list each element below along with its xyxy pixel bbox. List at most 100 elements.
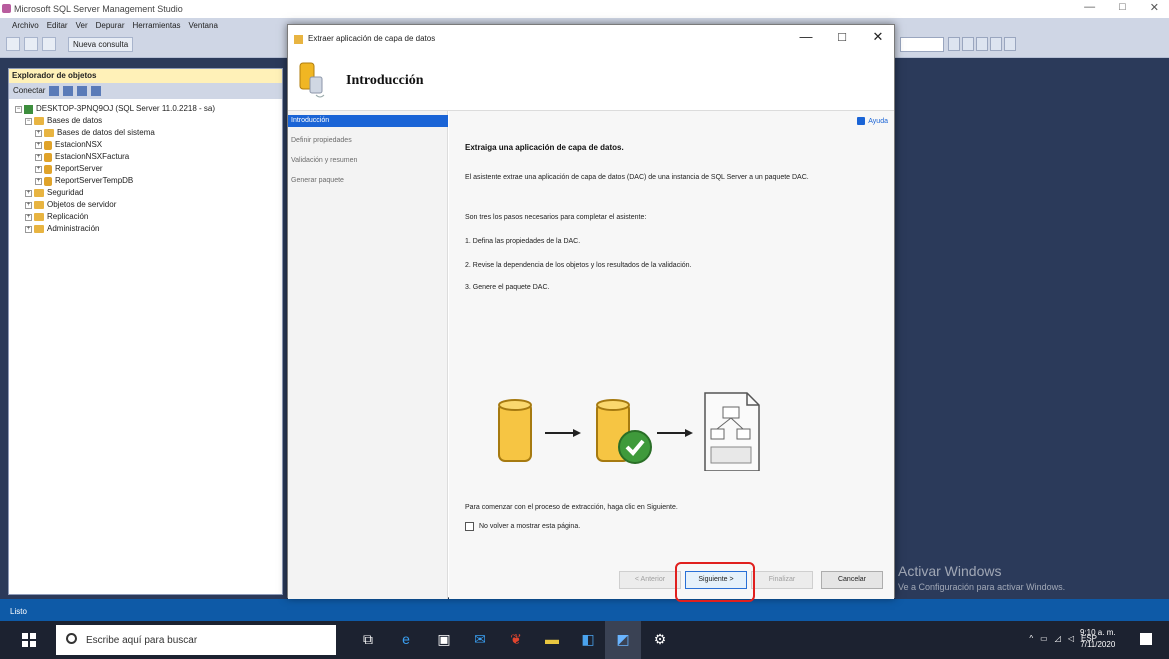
expand-icon[interactable]: + — [35, 141, 42, 149]
tree-node-database[interactable]: + ReportServer — [11, 163, 280, 175]
folder-icon — [34, 189, 44, 197]
nav-item-validation[interactable]: Validación y resumen — [288, 155, 448, 167]
expand-icon[interactable]: + — [35, 165, 42, 173]
expand-icon[interactable]: + — [25, 189, 32, 197]
connect-button[interactable]: Conectar — [13, 83, 45, 99]
app-icon[interactable]: ❦ — [506, 629, 526, 649]
back-button[interactable]: < Anterior — [619, 571, 681, 589]
windows-start-icon[interactable] — [22, 633, 36, 647]
tree-node-label: EstacionNSX — [55, 140, 103, 149]
filter-icon[interactable] — [77, 86, 88, 96]
vs-icon[interactable]: ◧ — [578, 629, 598, 649]
refresh-icon[interactable] — [91, 86, 102, 96]
toolbar-icon[interactable] — [990, 37, 1002, 51]
dont-show-again-checkbox[interactable] — [465, 522, 474, 531]
expand-icon[interactable]: + — [25, 213, 32, 221]
settings-gear-icon[interactable]: ⚙ — [650, 629, 670, 649]
help-label: Ayuda — [868, 117, 888, 125]
maximize-icon[interactable]: □ — [1119, 1, 1126, 14]
database-combo[interactable] — [900, 37, 944, 52]
expand-icon[interactable]: + — [35, 177, 42, 185]
menu-item[interactable]: Editar — [47, 21, 68, 30]
taskbar-search[interactable]: Escribe aquí para buscar — [56, 625, 336, 655]
tree-node-databases[interactable]: − Bases de datos — [11, 115, 280, 127]
ssms-task-icon[interactable]: ◩ — [613, 629, 633, 649]
expand-icon[interactable]: + — [25, 225, 32, 233]
dac-wizard-icon — [299, 62, 325, 98]
object-explorer: Explorador de objetos Conectar − DESKTOP… — [8, 68, 283, 595]
tree-node-management[interactable]: + Administración — [11, 223, 280, 235]
tree-node-database[interactable]: + ReportServerTempDB — [11, 175, 280, 187]
expand-icon[interactable]: + — [25, 201, 32, 209]
clock[interactable]: 9:10 a. m. 7/11/2020 — [1080, 627, 1116, 651]
edge-icon[interactable]: e — [396, 629, 416, 649]
finish-button[interactable]: Finalizar — [751, 571, 813, 589]
clock-date: 7/11/2020 — [1080, 640, 1116, 649]
tree-node-label: ReportServerTempDB — [55, 176, 134, 185]
wizard-nav: Introducción Definir propiedades Validac… — [288, 111, 448, 599]
expand-icon[interactable]: + — [35, 129, 42, 137]
dont-show-again-row[interactable]: No volver a mostrar esta página. — [465, 522, 580, 531]
footer-instruction: Para comenzar con el proceso de extracci… — [465, 504, 678, 511]
tree-node-security[interactable]: + Seguridad — [11, 187, 280, 199]
database-icon — [44, 164, 52, 174]
tree-node-replication[interactable]: + Replicación — [11, 211, 280, 223]
menu-item[interactable]: Ver — [76, 21, 88, 30]
checkbox-label: No volver a mostrar esta página. — [479, 523, 581, 530]
volume-icon[interactable]: ◁ — [1068, 634, 1074, 643]
nav-item-build-package[interactable]: Generar paquete — [288, 175, 448, 187]
folder-icon — [34, 201, 44, 209]
help-link[interactable]: Ayuda — [857, 117, 888, 125]
nav-item-properties[interactable]: Definir propiedades — [288, 135, 448, 147]
close-icon[interactable]: ✕ — [1150, 1, 1159, 14]
battery-icon[interactable]: ▭ — [1040, 634, 1048, 643]
menu-item[interactable]: Depurar — [96, 21, 125, 30]
mail-icon[interactable]: ✉ — [470, 629, 490, 649]
tree-node-database[interactable]: + EstacionNSX — [11, 139, 280, 151]
dialog-header-title: Introducción — [346, 73, 424, 88]
ssms-titlebar: Microsoft SQL Server Management Studio —… — [0, 0, 1169, 18]
step-3: 3. Genere el paquete DAC. — [465, 284, 550, 291]
open-file-icon[interactable] — [24, 37, 38, 51]
menu-item[interactable]: Archivo — [12, 21, 39, 30]
save-icon[interactable] — [42, 37, 56, 51]
collapse-icon[interactable]: − — [25, 117, 32, 125]
tree-node-database[interactable]: + EstacionNSXFactura — [11, 151, 280, 163]
notifications-icon[interactable] — [1140, 633, 1152, 645]
toolbar-icon[interactable] — [962, 37, 974, 51]
close-icon[interactable]: ✕ — [868, 29, 888, 45]
store-icon[interactable]: ▣ — [434, 629, 454, 649]
chevron-up-icon[interactable]: ^ — [1029, 634, 1033, 643]
folder-icon — [34, 213, 44, 221]
dialog-button-bar: < Anterior Siguiente > Finalizar Cancela… — [449, 571, 894, 599]
expand-icon[interactable]: + — [35, 153, 42, 161]
intro-paragraph: El asistente extrae una aplicación de ca… — [465, 174, 809, 181]
new-project-icon[interactable] — [6, 37, 20, 51]
connect-icon[interactable] — [49, 86, 60, 96]
minimize-icon[interactable]: — — [1084, 1, 1095, 14]
menu-item[interactable]: Ventana — [189, 21, 218, 30]
database-icon — [44, 152, 52, 162]
tree-node-label: Objetos de servidor — [47, 200, 117, 209]
tree-node-server[interactable]: − DESKTOP-3PNQ9OJ (SQL Server 11.0.2218 … — [11, 103, 280, 115]
maximize-icon[interactable]: □ — [832, 29, 852, 44]
cancel-button[interactable]: Cancelar — [821, 571, 883, 589]
new-query-button[interactable]: Nueva consulta — [68, 37, 134, 52]
object-explorer-toolbar: Conectar — [9, 83, 282, 99]
toolbar-icon[interactable] — [948, 37, 960, 51]
network-icon[interactable]: ◿ — [1055, 634, 1061, 643]
folder-icon — [34, 225, 44, 233]
menu-item[interactable]: Herramientas — [133, 21, 181, 30]
nav-item-introduction[interactable]: Introducción — [288, 115, 448, 127]
file-explorer-icon[interactable]: ▬ — [542, 629, 562, 649]
tree-node-server-objects[interactable]: + Objetos de servidor — [11, 199, 280, 211]
disconnect-icon[interactable] — [63, 86, 74, 96]
task-view-icon[interactable]: ⧉ — [358, 629, 378, 649]
collapse-icon[interactable]: − — [15, 105, 22, 113]
tree-node-system-databases[interactable]: + Bases de datos del sistema — [11, 127, 280, 139]
activation-watermark: Activar Windows Ve a Configuración para … — [898, 563, 1065, 592]
object-tree: − DESKTOP-3PNQ9OJ (SQL Server 11.0.2218 … — [9, 99, 282, 239]
toolbar-icon[interactable] — [1004, 37, 1016, 51]
minimize-icon[interactable]: — — [796, 29, 816, 44]
toolbar-icon[interactable] — [976, 37, 988, 51]
